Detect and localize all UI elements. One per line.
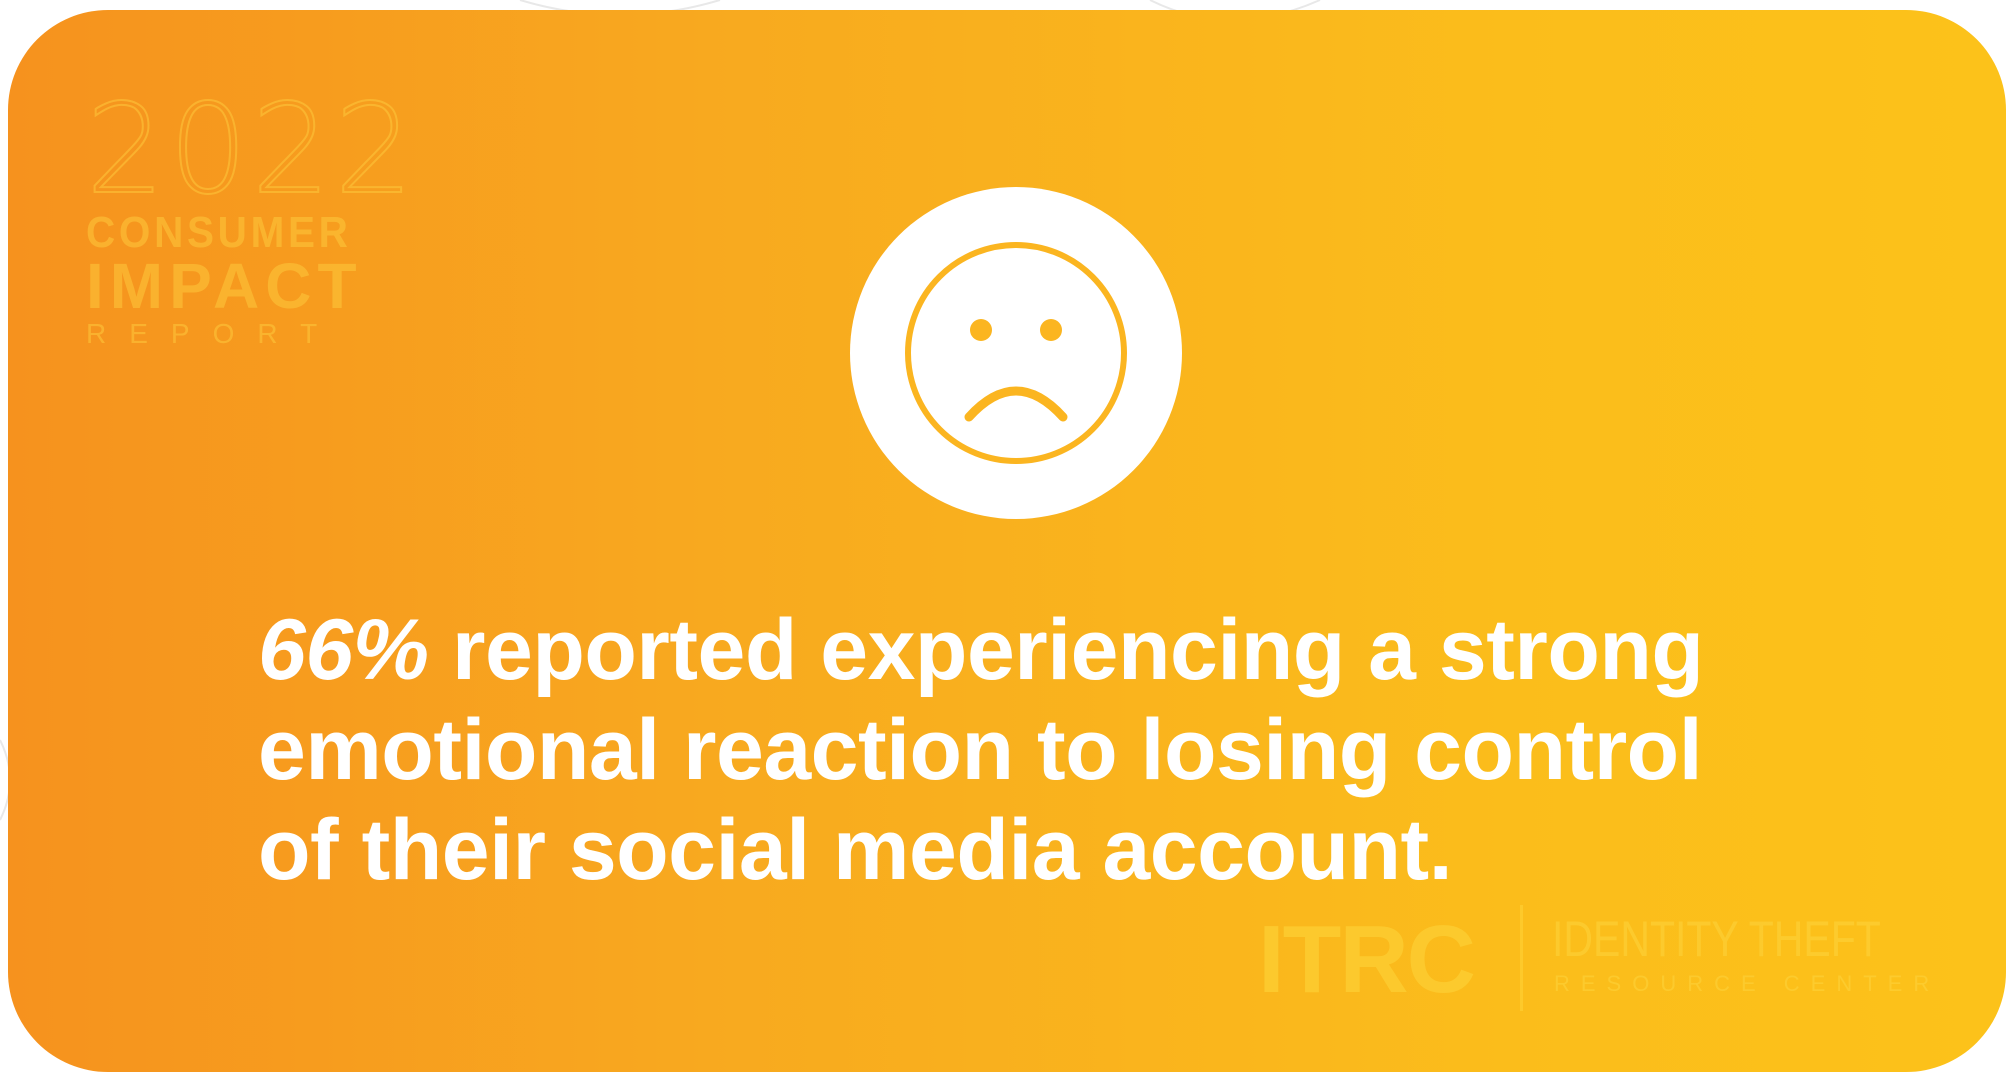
stat-message: 66% reported experiencing a strong emoti… <box>258 600 1758 900</box>
stat-percentage: 66% <box>258 602 429 698</box>
report-title-line1: CONSUMER <box>86 208 352 257</box>
sad-face-icon <box>848 185 1184 521</box>
stat-card: 2022 CONSUMER IMPACT REPORT 66% reported… <box>8 10 2006 1072</box>
report-title-line3: REPORT <box>86 318 341 349</box>
itrc-logo: ITRC IDENTITY THEFT RESOURCE CENTER <box>1258 905 1938 1015</box>
itrc-logo-name: IDENTITY THEFT <box>1552 911 1881 967</box>
stat-description: reported experiencing a strong emotional… <box>258 602 1704 898</box>
report-title-line2: IMPACT <box>86 250 363 322</box>
logo-divider <box>1520 905 1523 1011</box>
itrc-logo-subtitle: RESOURCE CENTER <box>1554 971 1941 996</box>
infographic-page: 2022 CONSUMER IMPACT REPORT 66% reported… <box>0 0 2008 1072</box>
itrc-logo-mark: ITRC <box>1258 906 1476 1013</box>
consumer-impact-report-logo: 2022 CONSUMER IMPACT REPORT <box>85 78 418 352</box>
report-year: 2022 <box>85 78 418 222</box>
